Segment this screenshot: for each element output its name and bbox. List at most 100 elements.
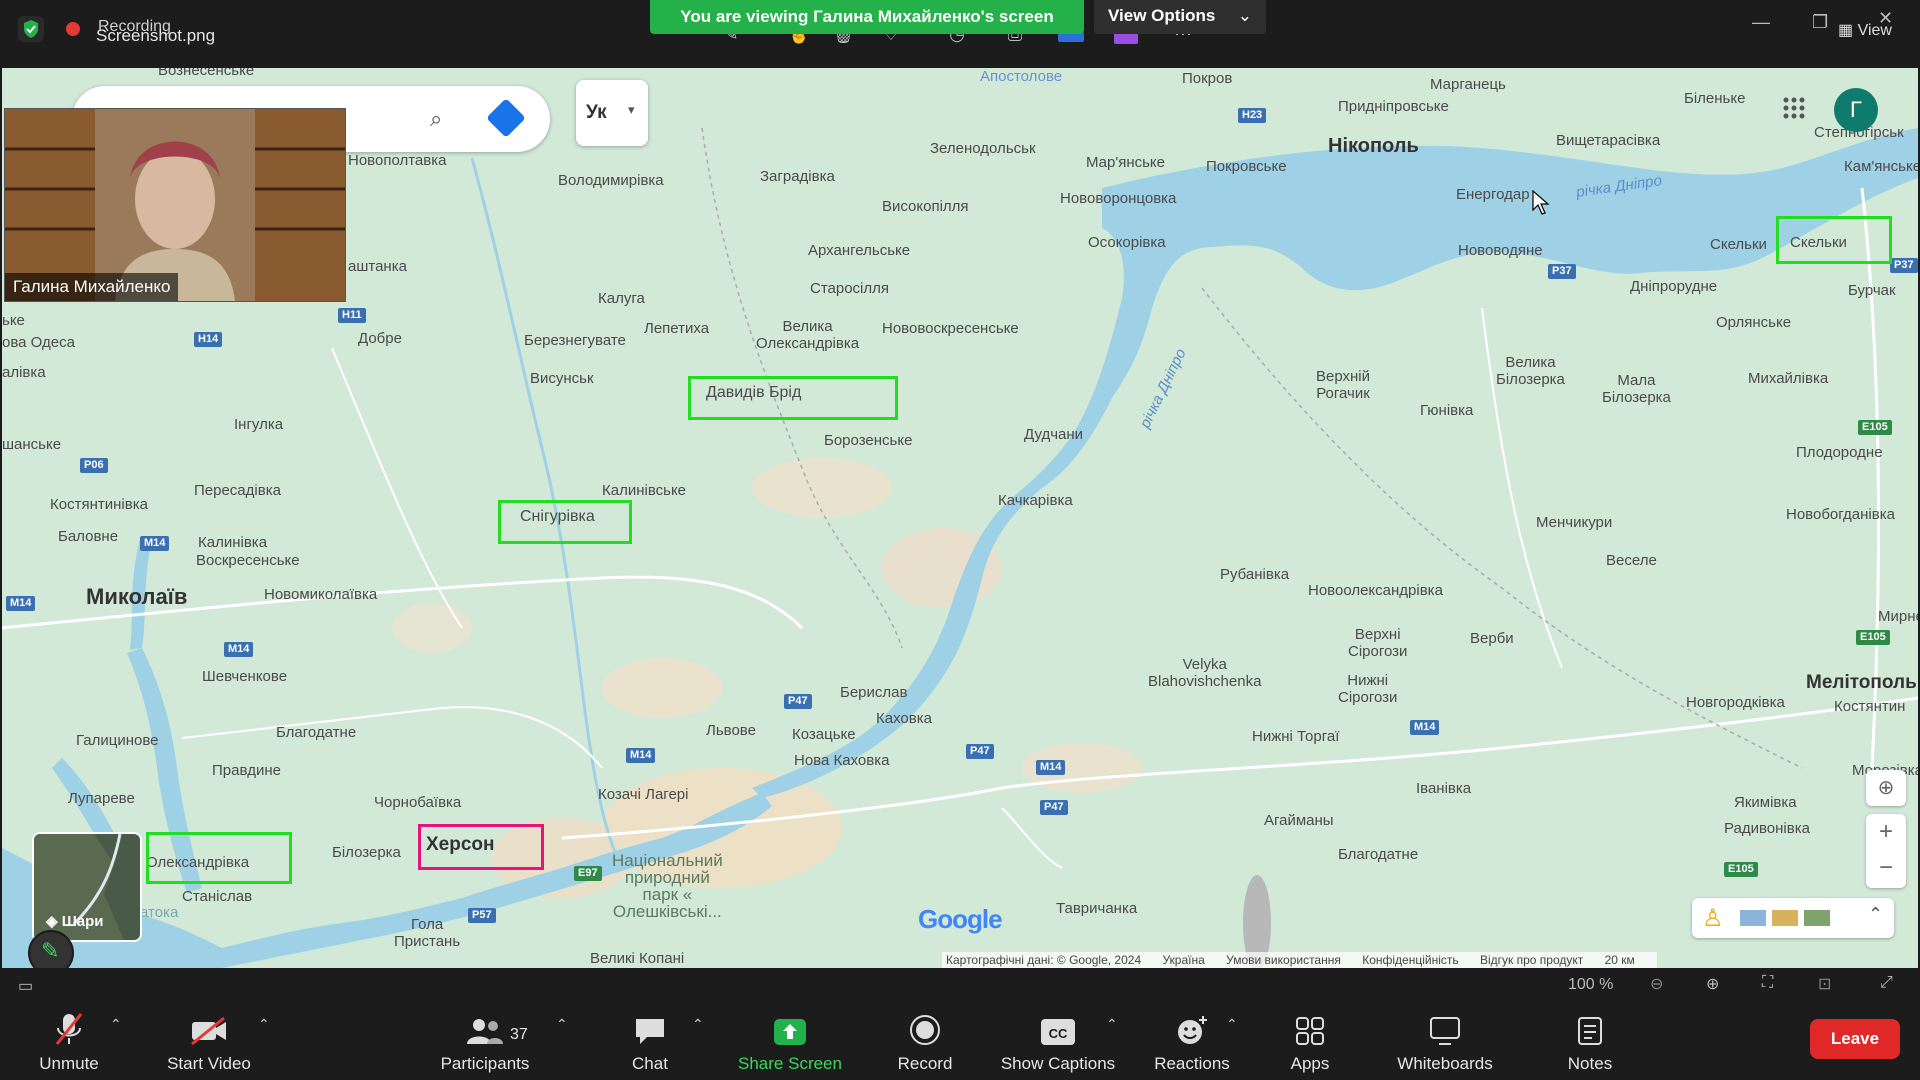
chevron-up-icon[interactable]: ⌃ [1106,1016,1118,1033]
participant-video-tile[interactable]: Галина Михайленко [4,108,346,302]
place-label: алівка [2,364,46,381]
place-label: Висунськ [530,370,594,387]
participants-icon [467,1019,503,1044]
screen-icon[interactable]: ▭ [18,976,33,996]
reactions-button[interactable]: Reactions [1144,1000,1240,1080]
fit-screen-icon[interactable]: ⛶ [1762,974,1773,992]
road-shield: E105 [1856,630,1890,645]
place-label: Калинівка [198,534,268,551]
show-captions-button[interactable]: CC Show Captions [990,1000,1126,1080]
satellite-thumb[interactable] [1804,910,1830,926]
place-label: Новополтавка [348,152,447,169]
show-captions-label: Show Captions [1000,1054,1116,1073]
chevron-up-icon[interactable]: ⌃ [1226,1016,1238,1033]
highlight-box-oleksandrivka [146,832,292,884]
minimize-icon[interactable]: — [1752,12,1770,33]
draw-pen-button[interactable]: ✎ [28,930,74,968]
attribution-data: Картографічні дані: © Google, 2024 [946,953,1142,967]
start-video-button[interactable]: Start Video [154,1000,264,1080]
layers-icon: ◈ [46,913,62,930]
view-grid-icon: ▦ [1838,22,1854,39]
road-shield: H14 [194,332,223,347]
attribution-terms[interactable]: Умови використання [1226,953,1341,967]
street-view-bar[interactable]: ♙ ⌃ [1692,898,1894,938]
unmute-button[interactable]: Unmute [24,1000,114,1080]
notes-label: Notes [1567,1054,1613,1073]
road-shield: M14 [1410,720,1440,735]
participants-button[interactable]: 37 Participants [430,1000,540,1080]
zoom-out-button[interactable]: − [1866,850,1906,886]
apps-button[interactable]: Apps [1280,1000,1340,1080]
zoom-in-button[interactable]: + [1866,814,1906,850]
place-label: Гюнівка [1420,402,1474,419]
place-label: Дніпрорудне [1630,278,1718,295]
restore-icon[interactable]: ❐ [1812,12,1828,33]
mic-muted-icon [55,1013,83,1045]
leave-button[interactable]: Leave [1810,1019,1900,1059]
place-label: Веселе [1606,552,1657,569]
place-label: Зеленодольськ [930,140,1036,157]
chat-label: Chat [632,1054,668,1073]
place-label: Благодатне [1338,846,1419,863]
zoom-percent: 100 % [1568,976,1614,993]
scale-label[interactable]: 20 км [1605,953,1635,967]
expand-icon[interactable]: ⤢ [1880,974,1893,992]
place-label: ова Одеса [2,334,75,351]
chevron-up-icon[interactable]: ⌃ [258,1016,270,1033]
imagery-thumb[interactable] [1740,910,1766,926]
place-label: Покров [1182,70,1233,87]
terrain-thumb[interactable] [1772,910,1798,926]
zoom-minus-icon[interactable]: ⊖ [1650,974,1663,994]
search-icon[interactable]: ⌕ [430,106,442,132]
apps-label: Apps [1290,1054,1330,1073]
place-label: Марганець [1430,76,1506,93]
place-label: Іванівка [1416,780,1472,797]
view-options-button[interactable]: View Options ⌄ [1094,0,1266,34]
layers-button[interactable]: ◈ Шари [32,832,142,942]
my-location-button[interactable]: ⊕ [1866,770,1906,806]
place-label-vasylivka: Скельки [1790,234,1847,251]
place-label: Покровське [1206,158,1287,175]
original-size-icon[interactable]: ⊡ [1818,974,1831,994]
zoom-plus-icon[interactable]: ⊕ [1706,974,1719,994]
record-button[interactable]: Record [880,1000,970,1080]
place-label: Вознесенське [158,68,255,79]
language-select[interactable]: Ук ▾ [576,80,648,146]
place-label: Високопілля [882,198,969,215]
road-shield: P37 [1548,264,1576,279]
location-target-icon: ⊕ [1877,777,1895,799]
chevron-up-icon[interactable]: ⌃ [692,1016,704,1033]
highlight-box-davydiv-brid [688,376,898,420]
account-avatar[interactable]: Г [1834,88,1878,132]
view-button-label: View [1857,22,1892,39]
directions-icon[interactable] [486,98,526,138]
place-label: Велика Олександрівка [756,318,860,352]
record-label: Record [897,1054,953,1073]
attribution-privacy[interactable]: Конфіденційність [1362,953,1458,967]
whiteboards-button[interactable]: Whiteboards [1380,1000,1510,1080]
chevron-up-icon[interactable]: ⌃ [1868,904,1883,925]
attribution-country[interactable]: Україна [1162,953,1204,967]
place-label: Львове [706,722,756,739]
notes-button[interactable]: Notes [1560,1000,1620,1080]
meeting-top-bar: Recording Screenshot.png ✎ ☝ 🗑 ♡ ◷ ⎙ ⋯ Y… [0,0,1920,68]
apps-grid-icon[interactable] [1782,96,1806,120]
place-label: Нововодяне [1458,242,1543,259]
place-label: Заградівка [760,168,835,185]
place-label: Рубанівка [1220,566,1290,583]
security-shield-icon[interactable] [18,16,44,42]
place-label: Нижні Торгаї [1252,728,1340,745]
chat-button[interactable]: Chat [620,1000,680,1080]
attribution-feedback[interactable]: Відгук про продукт [1480,953,1583,967]
place-label: Костянтинівка [50,496,148,513]
park-label: Національний природний парк « Олешківськ… [612,851,723,921]
chevron-up-icon[interactable]: ⌃ [556,1016,568,1033]
view-button[interactable]: ▦ View [1838,20,1892,40]
chevron-up-icon[interactable]: ⌃ [110,1016,122,1033]
place-label: Костянтин [1834,698,1906,715]
share-screen-label: Share Screen [738,1054,842,1073]
layers-label: ◈ Шари [46,912,104,930]
share-screen-button[interactable]: Share Screen [730,1000,850,1080]
pegman-icon[interactable]: ♙ [1702,904,1724,933]
map-attribution: Картографічні дані: © Google, 2024 Украї… [942,952,1657,968]
